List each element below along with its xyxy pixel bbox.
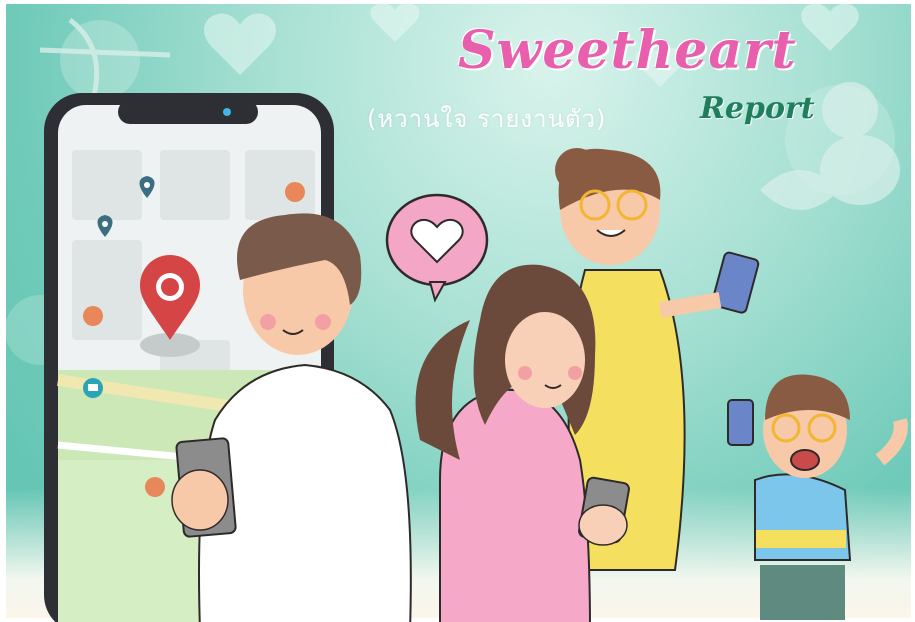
camera-pin-icon <box>83 378 103 398</box>
location-pin-icon <box>140 255 200 357</box>
banner: Sweetheart (หวานใจ รายงานตัว) Report <box>0 0 915 622</box>
heart-decoration-icon <box>203 13 277 75</box>
subtitle: (หวานใจ รายงานตัว) <box>367 105 607 133</box>
report-label: Report <box>700 91 815 126</box>
heart-decoration-icon <box>370 3 420 42</box>
heart-decoration-icon <box>801 3 859 51</box>
page-title: Sweetheart <box>458 20 797 81</box>
boy-character <box>727 374 908 620</box>
heart-speech-bubble <box>385 193 489 303</box>
